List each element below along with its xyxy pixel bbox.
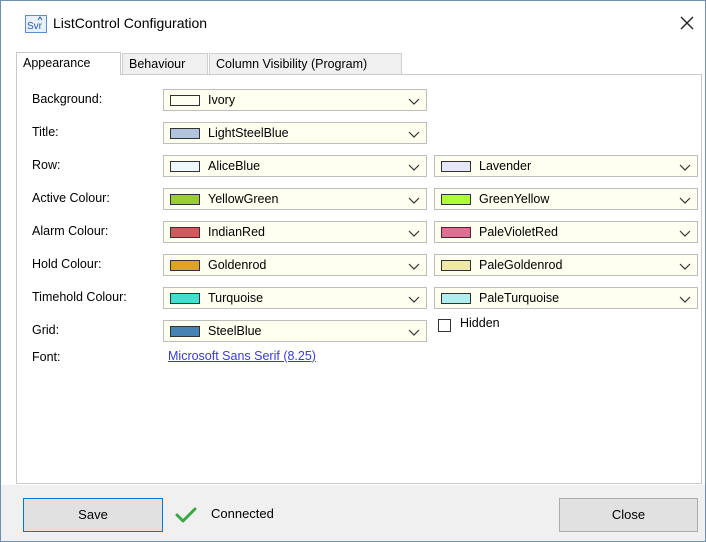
row-color-value: AliceBlue [208,159,261,173]
active-colour-label: Active Colour: [32,191,110,205]
close-button[interactable]: Close [559,498,698,532]
color-swatch [170,128,200,139]
color-swatch [170,227,200,238]
appearance-panel: Background: Ivory Title: LightSteelBlue … [16,74,702,484]
row-alt-color-value: Lavender [479,159,532,173]
hold-alt-color-value: PaleGoldenrod [479,258,563,272]
active-alt-color-select[interactable]: GreenYellow [434,188,698,210]
grid-hidden-checkbox[interactable] [438,319,451,332]
color-swatch [441,194,471,205]
title-color-value: LightSteelBlue [208,126,289,140]
chevron-down-icon [408,296,420,303]
alarm-alt-color-value: PaleVioletRed [479,225,558,239]
color-swatch [441,293,471,304]
timehold-alt-color-select[interactable]: PaleTurquoise [434,287,698,309]
color-swatch [170,293,200,304]
color-swatch [170,161,200,172]
color-swatch [441,161,471,172]
connection-status: Connected [211,506,274,521]
active-color-value: YellowGreen [208,192,279,206]
chevron-down-icon [408,164,420,171]
close-window-button[interactable] [673,9,701,37]
chevron-down-icon [679,263,691,270]
chevron-down-icon [679,230,691,237]
tab-behaviour-label: Behaviour [129,57,186,71]
hold-colour-label: Hold Colour: [32,257,102,271]
timehold-colour-label: Timehold Colour: [32,290,127,304]
timehold-alt-color-value: PaleTurquoise [479,291,560,305]
alarm-colour-label: Alarm Colour: [32,224,109,238]
alarm-alt-color-select[interactable]: PaleVioletRed [434,221,698,243]
background-color-value: Ivory [208,93,236,107]
alarm-color-select[interactable]: IndianRed [163,221,427,243]
row-color-select[interactable]: AliceBlue [163,155,427,177]
grid-hidden-label[interactable]: Hidden [460,316,500,330]
color-swatch [170,194,200,205]
grid-label: Grid: [32,323,60,337]
active-alt-color-value: GreenYellow [479,192,550,206]
color-swatch [170,326,200,337]
color-swatch [441,260,471,271]
window-title: ListControl Configuration [53,15,208,31]
background-label: Background: [32,92,103,106]
chevron-down-icon [408,329,420,336]
app-icon: Svr [25,15,47,33]
check-icon [175,507,197,523]
chevron-down-icon [679,197,691,204]
app-icon-text: Svr [27,21,43,32]
chevron-down-icon [679,164,691,171]
row-label: Row: [32,158,61,172]
color-swatch [170,95,200,106]
font-link[interactable]: Microsoft Sans Serif (8.25) [168,349,316,363]
tab-behaviour[interactable]: Behaviour [122,53,208,74]
close-button-label: Close [611,507,646,522]
hold-color-value: Goldenrod [208,258,267,272]
chevron-down-icon [679,296,691,303]
timehold-color-value: Turquoise [208,291,264,305]
chevron-down-icon [408,230,420,237]
active-color-select[interactable]: YellowGreen [163,188,427,210]
title-color-select[interactable]: LightSteelBlue [163,122,427,144]
tab-column-visibility-label: Column Visibility (Program) [216,57,368,71]
timehold-color-select[interactable]: Turquoise [163,287,427,309]
save-button[interactable]: Save [23,498,163,532]
alarm-color-value: IndianRed [208,225,265,239]
background-color-select[interactable]: Ivory [163,89,427,111]
color-swatch [441,227,471,238]
grid-color-value: SteelBlue [208,324,262,338]
title-label: Title: [32,125,59,139]
chevron-down-icon [408,263,420,270]
row-alt-color-select[interactable]: Lavender [434,155,698,177]
chevron-down-icon [408,131,420,138]
chevron-down-icon [408,197,420,204]
grid-color-select[interactable]: SteelBlue [163,320,427,342]
hold-alt-color-select[interactable]: PaleGoldenrod [434,254,698,276]
color-swatch [170,260,200,271]
dialog-window: Svr ListControl Configuration Appearance… [0,0,706,542]
chevron-down-icon [408,98,420,105]
tab-column-visibility[interactable]: Column Visibility (Program) [209,53,402,74]
font-label: Font: [32,350,61,364]
save-button-label: Save [78,507,108,522]
close-icon[interactable] [673,9,701,37]
tab-appearance-label: Appearance [23,56,91,70]
title-bar: Svr ListControl Configuration [1,1,705,45]
tab-appearance[interactable]: Appearance [16,52,121,75]
hold-color-select[interactable]: Goldenrod [163,254,427,276]
